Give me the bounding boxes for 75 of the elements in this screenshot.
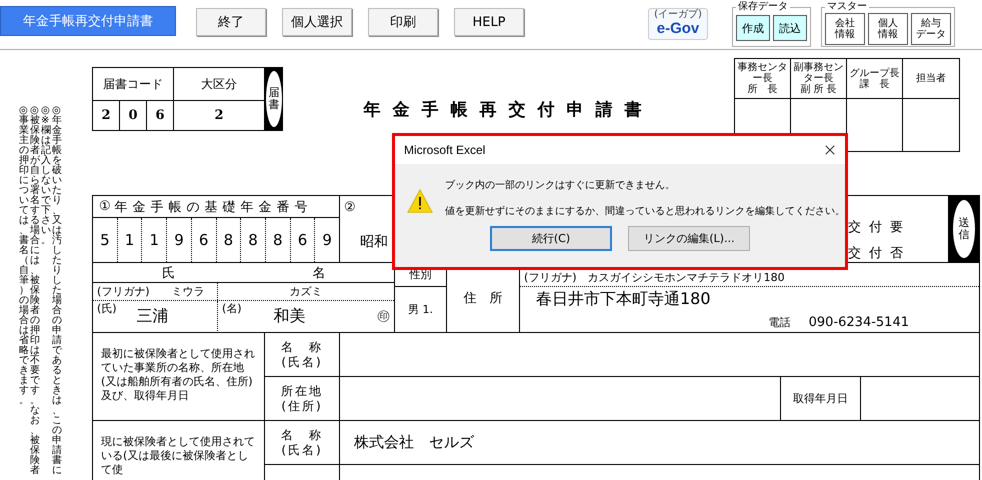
column-header: 氏 bbox=[162, 264, 175, 282]
field-label: 名 称 (氏名) bbox=[265, 333, 339, 377]
phone-value: 090-6234-5141 bbox=[808, 314, 909, 330]
table-header: 事務センター長 所 長 bbox=[735, 59, 791, 99]
master-group: マスター 会社 情報 個人 情報 給与 データ bbox=[821, 1, 955, 47]
toolbar-button[interactable]: 終了 bbox=[196, 8, 266, 36]
vertical-note: ◎※欄は記入しないで下さい。 bbox=[41, 106, 51, 246]
saved-data-group: 保存データ 作成 読込 bbox=[732, 1, 811, 47]
saved-data-button[interactable]: 作成 bbox=[736, 15, 770, 41]
digit-cell-text: 9 bbox=[321, 230, 333, 251]
digit-cell: 8 bbox=[266, 218, 291, 262]
field-label: ① bbox=[99, 199, 111, 214]
gender-value: 男 1. bbox=[408, 302, 433, 317]
digit-cell: 6 bbox=[192, 218, 217, 262]
master-button[interactable]: 給与 データ bbox=[911, 13, 951, 45]
vertical-note: ◎事業主の押印については、書名（自筆）の場合は省略できます。 bbox=[19, 106, 29, 406]
seal-mark: ㊞ bbox=[377, 308, 390, 325]
column-header: 名 bbox=[312, 264, 326, 282]
table-cell: 0 bbox=[120, 101, 147, 130]
field-label: 取得年月日 bbox=[793, 391, 848, 406]
table-header: 副事務センター長 副 所 長 bbox=[791, 59, 847, 99]
table-header: 大区分 bbox=[174, 68, 264, 101]
address-kana: (フリガナ) カスガイシシモホンマチテラドオリ180 bbox=[524, 270, 785, 285]
given-name-kana: カズミ bbox=[290, 284, 322, 299]
vertical-note: ◎被保険者が自ら署名する場合には、被保険者の押印は不要です。なお、被保険者 bbox=[30, 106, 40, 476]
dialog-button[interactable]: 続行(C) bbox=[490, 226, 612, 251]
issue-option: 交付要 bbox=[848, 218, 948, 236]
surname-value: 三浦 bbox=[136, 306, 169, 326]
digit-cell: 1 bbox=[118, 218, 142, 262]
e-gov-logo[interactable]: (イーガブ) e-Gov bbox=[648, 8, 708, 40]
issue-option: 交付否 bbox=[848, 244, 948, 262]
field-label: 所在地 (住所) bbox=[280, 382, 324, 414]
field-label: 年金手帳の基礎年金番号 bbox=[114, 198, 313, 216]
era-label: 昭和 bbox=[360, 233, 388, 251]
form-title-button[interactable]: 年金手帳再交付申請書 bbox=[0, 6, 176, 36]
send-badge: 送信 bbox=[948, 196, 980, 262]
table-header: グループ長 課 長 bbox=[847, 59, 903, 99]
field-label: (氏) bbox=[97, 301, 117, 316]
digit-cell: 1 bbox=[142, 218, 168, 262]
table-header: 担当者 bbox=[903, 59, 959, 99]
dialog-button[interactable]: リンクの編集(L)... bbox=[628, 226, 750, 251]
dialog-message: ブック内の一部のリンクはすぐに更新できません。 bbox=[445, 178, 676, 192]
digit-cell: 6 bbox=[290, 218, 316, 262]
address-value: 春日井市下本町寺通180 bbox=[536, 288, 711, 310]
table-header: 届書コード bbox=[93, 68, 174, 101]
saved-data-button[interactable]: 読込 bbox=[773, 15, 807, 41]
dialog-title: Microsoft Excel bbox=[404, 143, 486, 157]
toolbar-button[interactable]: HELP bbox=[454, 8, 524, 36]
surname-kana: ミウラ bbox=[172, 284, 205, 299]
warning-icon bbox=[407, 186, 433, 216]
field-label: ② bbox=[344, 200, 356, 214]
form-title: 年金手帳再交付申請書 bbox=[364, 99, 654, 121]
master-button[interactable]: 個人 情報 bbox=[868, 13, 908, 45]
field-label: 住 所 bbox=[464, 290, 502, 306]
section-description: 最初に被保険者として使用されていた事業所の名称、所在地(又は船舶所有者の氏名、住所)及び、取得年月日 bbox=[100, 346, 256, 403]
table-cell: 6 bbox=[147, 101, 174, 130]
digit-cell: 9 bbox=[167, 218, 192, 262]
field-label: (名) bbox=[222, 301, 242, 316]
toolbar-button[interactable]: 個人選択 bbox=[282, 8, 352, 36]
digit-cell: 8 bbox=[241, 218, 266, 262]
form-badge: 届書 bbox=[265, 67, 283, 131]
company-name-value: 株式会社 セルズ bbox=[354, 433, 474, 452]
table-cell-text: 2 bbox=[213, 107, 225, 125]
master-button[interactable]: 会社 情報 bbox=[825, 13, 865, 45]
given-name-value: 和美 bbox=[274, 306, 307, 326]
digit-cell: 8 bbox=[216, 218, 242, 262]
digit-cell: 5 bbox=[93, 218, 118, 262]
field-label: 電話 bbox=[768, 314, 791, 330]
toolbar-button[interactable]: 印刷 bbox=[368, 8, 438, 36]
dialog-message: 値を更新せずにそのままにするか、間違っていると思われるリンクを編集してください。 bbox=[445, 204, 845, 218]
vertical-note: ◎年金手帳を破いたり、又は汚したりした場合の申請であるときは、この申請書に bbox=[52, 106, 62, 476]
table-cell: 2 bbox=[93, 101, 120, 130]
field-label: 名 称 (氏名) bbox=[265, 421, 339, 465]
section-description: 現に被保険者として使用されている(又は最後に被保険者として使 bbox=[100, 434, 256, 477]
field-label: (フリガナ) bbox=[97, 284, 150, 299]
